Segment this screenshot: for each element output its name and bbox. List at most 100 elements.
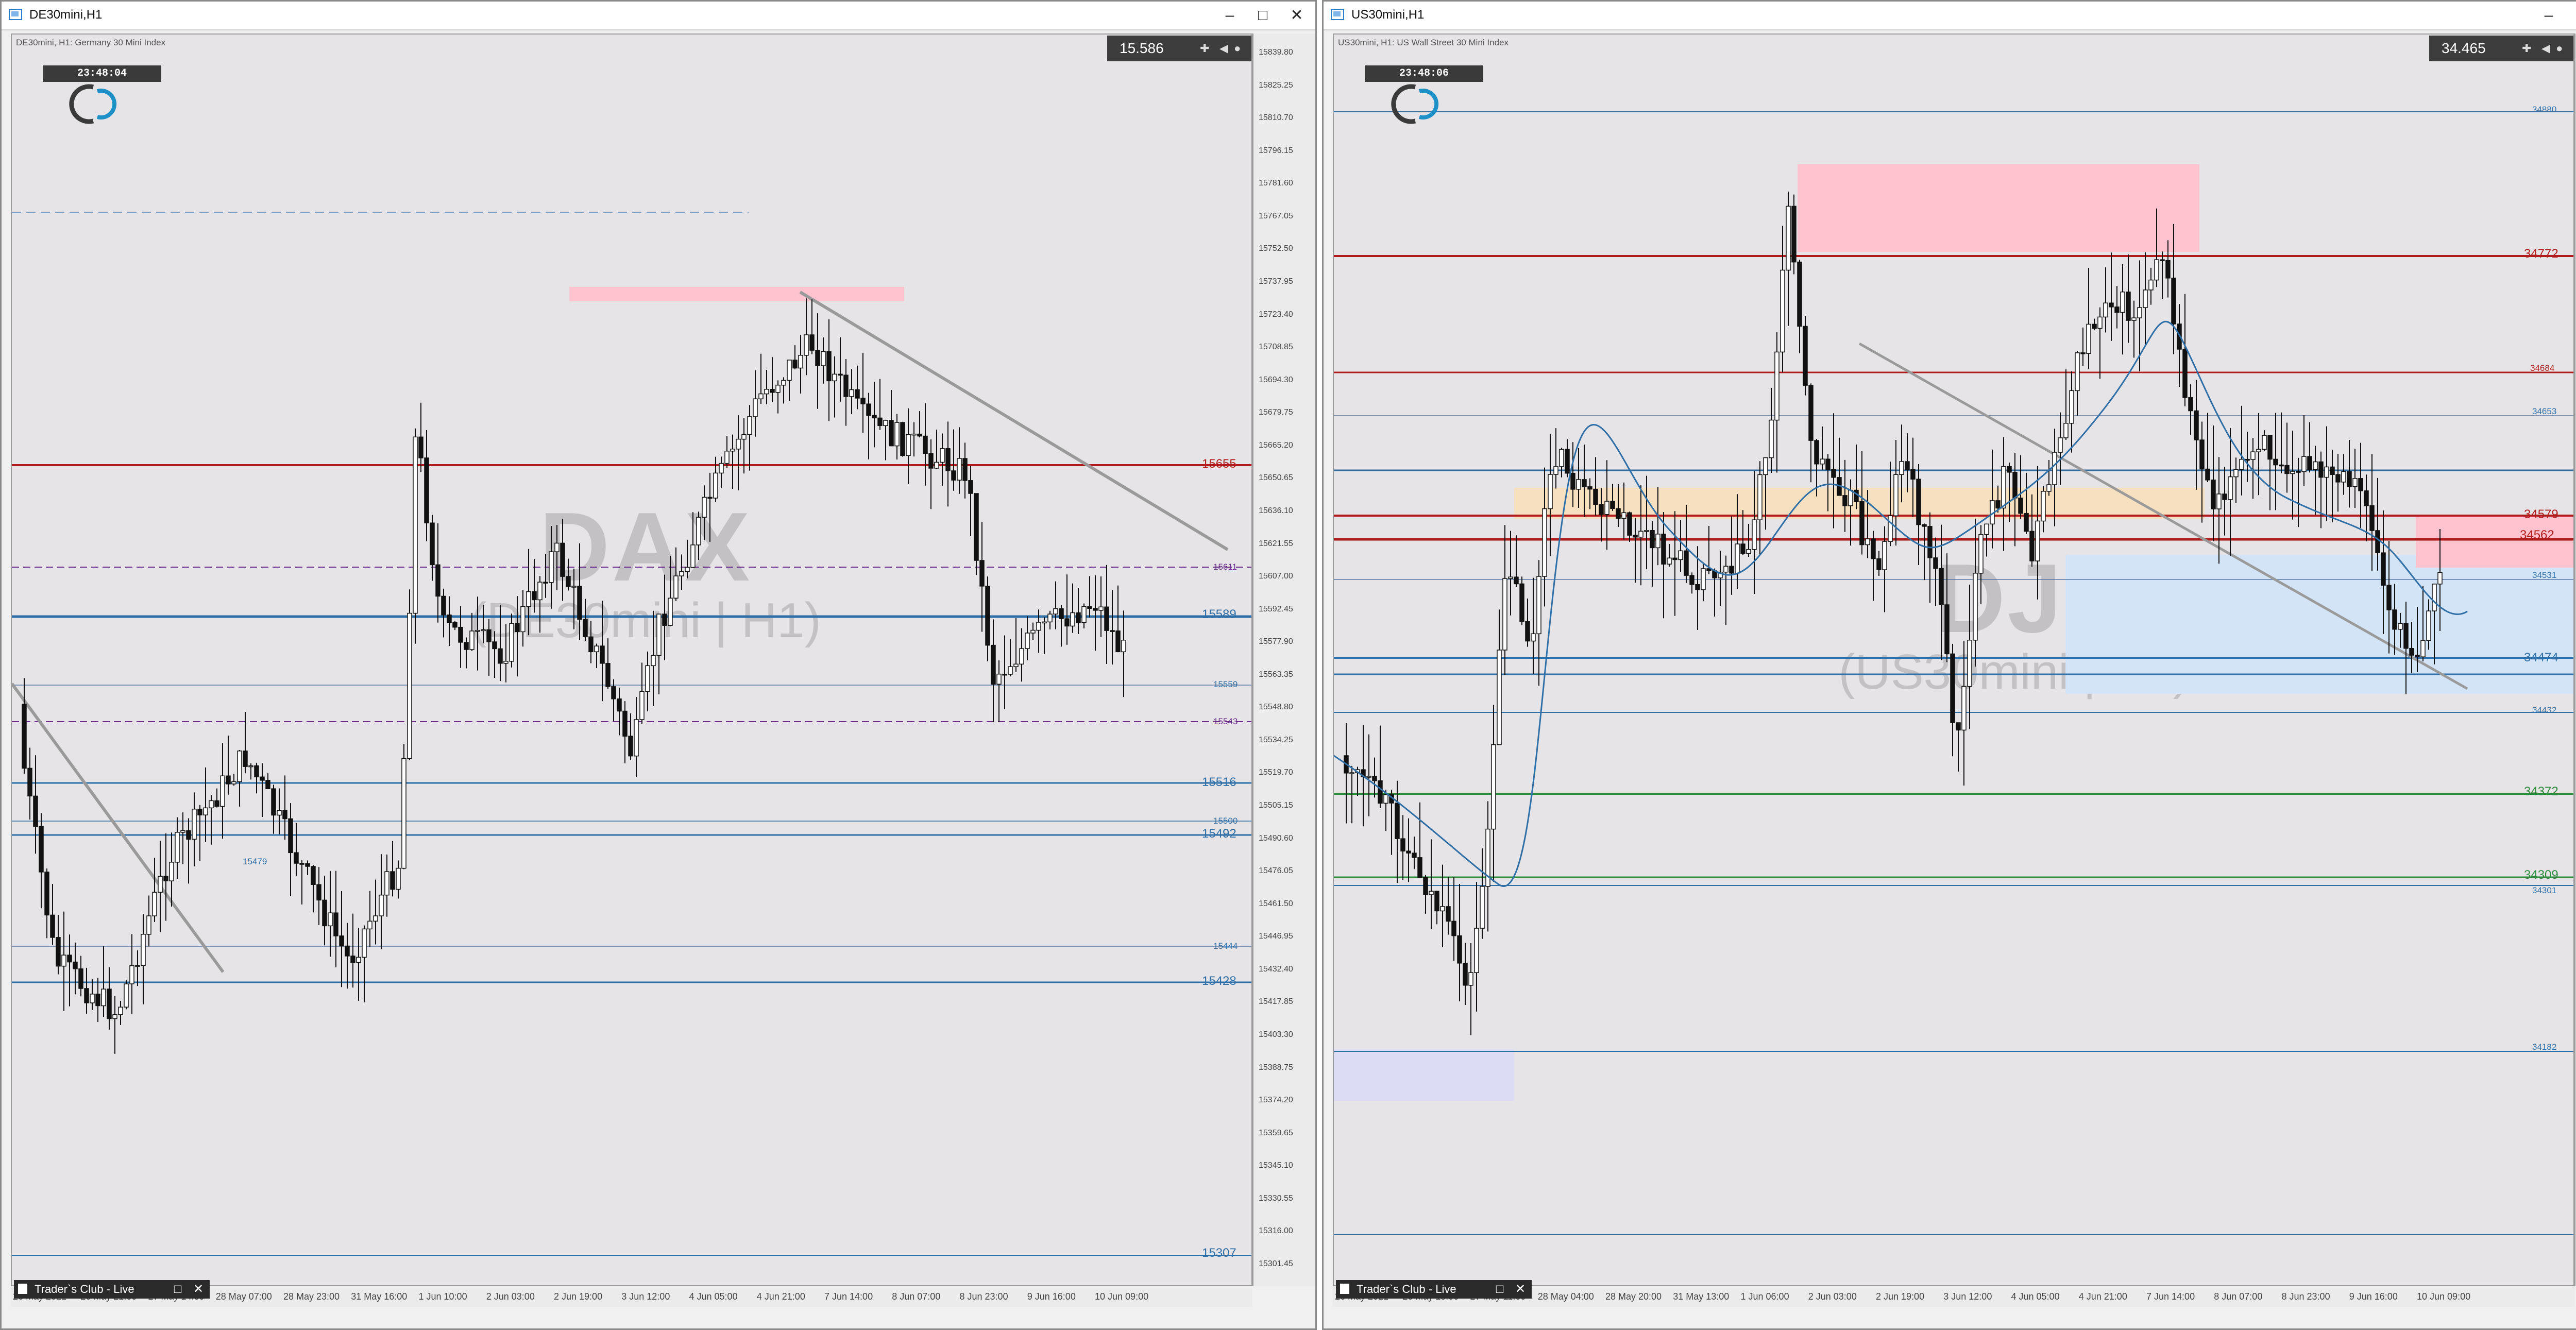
price-tick: 15476.05	[1259, 866, 1293, 876]
globe-icon[interactable]: ●	[1234, 36, 1241, 61]
window-title: DE30mini,H1	[29, 8, 103, 22]
price-tick: 15301.45	[1259, 1259, 1293, 1268]
time-tick: 9 Jun 16:00	[1027, 1291, 1076, 1302]
time-tick: 28 May 20:00	[1605, 1291, 1662, 1302]
minimize-icon[interactable]: –	[2533, 4, 2564, 27]
price-chart[interactable]: DAX (DE30mini | H1) DE30mini, H1: German…	[11, 33, 1252, 1286]
restore-icon[interactable]: □	[168, 1280, 187, 1299]
price-tick: 15548.80	[1259, 703, 1293, 712]
chart-tab[interactable]: Trader`s Club - Live □ ✕	[14, 1280, 210, 1299]
price-tick: 15694.30	[1259, 375, 1293, 384]
price-tick: 15345.10	[1259, 1161, 1293, 1170]
level-label: 34182	[2532, 1042, 2557, 1052]
level-label: 15479	[243, 857, 267, 866]
time-tick: 10 Jun 09:00	[1095, 1291, 1149, 1302]
time-tick: 4 Jun 05:00	[2011, 1291, 2060, 1302]
level-label: 15543	[1213, 717, 1238, 726]
chevron-left-icon[interactable]: ◀	[1219, 36, 1228, 61]
time-tick: 4 Jun 05:00	[689, 1291, 738, 1302]
price-tick: 15737.95	[1259, 277, 1293, 286]
price-tick: 15825.25	[1259, 80, 1293, 90]
dji-chart-window[interactable]: US30mini,H1 – □ ✕ DJI (US30mini | H1) US…	[1322, 0, 2576, 1330]
price-tick: 15636.10	[1259, 506, 1293, 515]
maximize-icon[interactable]: □	[1247, 4, 1278, 27]
level-label: 15516	[1202, 775, 1236, 789]
price-tick: 15723.40	[1259, 310, 1293, 319]
time-tick: 8 Jun 23:00	[959, 1291, 1008, 1302]
document-icon	[18, 1284, 27, 1294]
level-label: 34880	[2532, 105, 2557, 114]
window-title: US30mini,H1	[1351, 8, 1425, 22]
chart-subtitle: DE30mini, H1: Germany 30 Mini Index	[16, 38, 166, 47]
time-tick: 2 Jun 19:00	[554, 1291, 603, 1302]
broker-logo	[69, 84, 117, 124]
price-tick: 15708.85	[1259, 343, 1293, 352]
price-tick: 15621.55	[1259, 539, 1293, 548]
price-scale[interactable]: 15839.80 15825.25 15810.70 15796.15 15781.60…	[1252, 33, 1315, 1286]
time-tick: 10 Jun 09:00	[2417, 1291, 2471, 1302]
plus-icon[interactable]: ✚	[1200, 36, 1209, 61]
price-tick: 15446.95	[1259, 932, 1293, 941]
chevron-left-icon[interactable]: ◀	[2541, 36, 2550, 61]
broker-logo	[1391, 84, 1439, 124]
time-tick: 2 Jun 19:00	[1876, 1291, 1925, 1302]
time-tick: 31 May 13:00	[1673, 1291, 1730, 1302]
titlebar[interactable]: US30mini,H1 – □ ✕	[1324, 2, 2576, 30]
price-tick: 15505.15	[1259, 801, 1293, 810]
level-label: 34562	[2520, 528, 2554, 542]
tab-close-icon[interactable]: ✕	[189, 1280, 208, 1299]
restore-icon[interactable]: □	[1490, 1280, 1509, 1299]
tab-close-icon[interactable]: ✕	[1511, 1280, 1530, 1299]
price-tick: 15519.70	[1259, 768, 1293, 777]
price-tick: 15432.40	[1259, 964, 1293, 974]
price-tick: 15316.00	[1259, 1226, 1293, 1236]
close-icon[interactable]: ✕	[1281, 4, 1312, 27]
time-tick: 4 Jun 21:00	[2078, 1291, 2127, 1302]
price-tick: 15781.60	[1259, 179, 1293, 188]
chart-drawing	[12, 212, 1251, 1256]
price-tick: 15359.65	[1259, 1128, 1293, 1137]
level-label: 34474	[2524, 651, 2558, 664]
plus-icon[interactable]: ✚	[2522, 36, 2531, 61]
price-tick: 15679.75	[1259, 408, 1293, 417]
maximize-icon[interactable]: □	[2566, 4, 2576, 27]
time-tick: 3 Jun 12:00	[621, 1291, 670, 1302]
level-label: 34684	[2530, 363, 2555, 373]
time-tick: 7 Jun 14:00	[824, 1291, 873, 1302]
price-tick: 15810.70	[1259, 113, 1293, 123]
level-label: 15307	[1202, 1246, 1236, 1260]
time-tick: 4 Jun 21:00	[756, 1291, 805, 1302]
price-tick: 15563.35	[1259, 670, 1293, 679]
chart-tab[interactable]: Trader`s Club - Live □ ✕	[1336, 1280, 1532, 1299]
time-tick: 7 Jun 14:00	[2146, 1291, 2195, 1302]
time-tick: 31 May 16:00	[351, 1291, 408, 1302]
time-tick: 2 Jun 03:00	[1808, 1291, 1857, 1302]
time-tick: 8 Jun 23:00	[2281, 1291, 2330, 1302]
level-label: 34653	[2532, 406, 2557, 416]
time-tick: 8 Jun 07:00	[2214, 1291, 2263, 1302]
level-label: 15444	[1213, 941, 1238, 951]
price-tick: 15592.45	[1259, 604, 1293, 613]
dax-chart-window[interactable]: DE30mini,H1 – □ ✕ DAX (DE30mini | H1) DE…	[0, 0, 1317, 1330]
globe-icon[interactable]: ●	[2556, 36, 2563, 61]
price-tick: 15767.05	[1259, 211, 1293, 220]
price-tick: 15607.00	[1259, 572, 1293, 581]
level-label: 15589	[1202, 607, 1236, 621]
price-tick: 15461.50	[1259, 899, 1293, 908]
price-tick: 15839.80	[1259, 48, 1293, 57]
time-tick: 1 Jun 06:00	[1740, 1291, 1789, 1302]
minimize-icon[interactable]: –	[1214, 4, 1245, 27]
document-icon	[1340, 1284, 1349, 1294]
level-label: 15611	[1213, 562, 1238, 572]
bid-price: 15.586	[1120, 40, 1164, 56]
titlebar[interactable]: DE30mini,H1 – □ ✕	[2, 2, 1315, 30]
price-tick: 15796.15	[1259, 146, 1293, 155]
level-label: 34531	[2532, 570, 2557, 580]
one-click-trading-panel[interactable]: 15.586 ✚ ◀ ●	[1107, 36, 1251, 61]
price-chart[interactable]: DJI (US30mini | H1) US30mini, H1: US Wal…	[1333, 33, 2574, 1286]
one-click-trading-panel[interactable]: 34.465 ✚ ◀ ●	[2429, 36, 2573, 61]
price-tick: 15330.55	[1259, 1193, 1293, 1203]
level-label: 34579	[2524, 507, 2558, 521]
price-tick: 15577.90	[1259, 637, 1293, 646]
level-label: 15500	[1213, 816, 1238, 826]
